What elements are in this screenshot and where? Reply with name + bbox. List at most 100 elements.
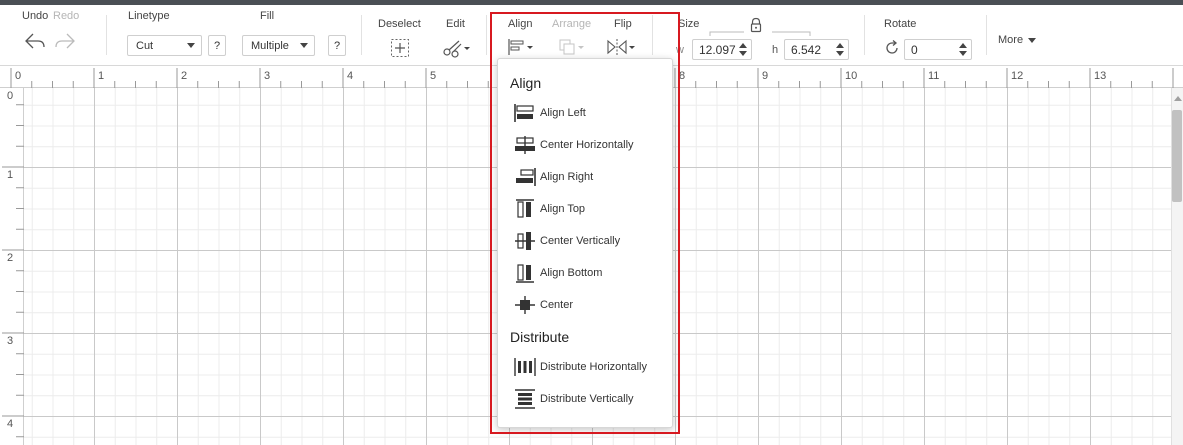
toolbar-divider [361, 15, 362, 55]
distribute-horizontally-icon [514, 356, 538, 378]
ruler-ticks [2, 104, 24, 438]
toolbar-divider [106, 15, 107, 55]
linetype-label: Linetype [128, 10, 170, 22]
redo-label: Redo [53, 10, 80, 22]
rotate-button[interactable] [882, 38, 902, 58]
linetype-help-button[interactable]: ? [208, 35, 226, 56]
edit-label: Edit [446, 18, 465, 30]
width-prefix: w [676, 44, 684, 56]
height-input[interactable]: 6.542 [784, 39, 849, 60]
align-dropdown-menu: Align Align Left Center Horizontally Ali… [497, 58, 673, 428]
menu-item-align-bottom[interactable]: Align Bottom [514, 261, 602, 285]
toolbar-divider [986, 15, 987, 55]
scissors-icon [443, 40, 470, 58]
ruler-label: 13 [1094, 70, 1107, 82]
menu-item-center[interactable]: Center [514, 293, 573, 317]
menu-item-label: Center Vertically [540, 235, 621, 247]
flip-label: Flip [614, 18, 632, 30]
deselect-button[interactable] [388, 36, 412, 60]
flip-button[interactable] [604, 36, 638, 58]
fill-label: Fill [260, 10, 275, 22]
menu-item-center-horizontally[interactable]: Center Horizontally [514, 133, 634, 157]
menu-item-label: Align Bottom [540, 267, 603, 279]
scroll-up-icon[interactable] [1174, 96, 1182, 101]
align-left-icon [514, 102, 538, 124]
linetype-value: Cut [136, 39, 154, 52]
ruler-label: 1 [7, 169, 14, 181]
align-top-icon [514, 198, 538, 220]
edit-button[interactable] [440, 36, 472, 60]
stepper-icon [959, 43, 967, 56]
ruler-label: 1 [98, 70, 105, 82]
redo-icon [55, 33, 75, 49]
menu-item-distribute-horizontally[interactable]: Distribute Horizontally [514, 355, 647, 379]
center-vertically-icon [514, 230, 538, 252]
toolbar-divider [864, 15, 865, 55]
stepper-icon [836, 43, 844, 56]
undo-icon [25, 33, 45, 49]
fill-help-button[interactable]: ? [328, 35, 346, 56]
scrollbar-thumb[interactable] [1172, 110, 1182, 202]
ruler-label: 5 [430, 70, 437, 82]
rotate-input[interactable]: 0 [904, 39, 972, 60]
ruler-label: 8 [679, 70, 686, 82]
ruler-label: 11 [928, 70, 940, 82]
toolbar-divider [486, 15, 487, 55]
menu-item-align-right[interactable]: Align Right [514, 165, 593, 189]
undo-button[interactable] [22, 29, 48, 53]
center-horizontally-icon [514, 134, 538, 156]
vertical-ruler: 0 1 2 3 4 [0, 88, 24, 445]
ruler-label: 12 [1011, 70, 1024, 82]
align-label: Align [508, 18, 533, 30]
height-prefix: h [772, 44, 779, 56]
menu-item-distribute-vertically[interactable]: Distribute Vertically [514, 387, 634, 411]
more-button[interactable]: More [998, 31, 1044, 49]
fill-select[interactable]: Multiple [242, 35, 315, 56]
menu-item-label: Align Top [540, 203, 586, 215]
stepper-icon [739, 43, 747, 56]
rotate-icon [886, 40, 898, 54]
menu-item-label: Distribute Vertically [540, 393, 634, 405]
edit-toolbar: Undo Redo Linetype Cut ? Fill Multiple ?… [0, 5, 1183, 66]
align-button[interactable] [506, 36, 538, 58]
rotate-label: Rotate [884, 18, 917, 30]
ruler-label: 9 [762, 70, 769, 82]
menu-item-center-vertically[interactable]: Center Vertically [514, 229, 620, 253]
ruler-label: 2 [7, 252, 14, 264]
menu-item-label: Distribute Horizontally [540, 361, 647, 373]
align-right-icon [514, 166, 538, 188]
ruler-label: 4 [7, 418, 14, 430]
menu-item-align-top[interactable]: Align Top [514, 197, 585, 221]
ruler-label: 3 [264, 70, 271, 82]
arrange-label: Arrange [552, 18, 592, 30]
menu-item-label: Align Right [540, 171, 594, 183]
ruler-label: 0 [15, 70, 22, 82]
menu-item-label: Align Left [540, 107, 586, 119]
align-section-heading: Align [510, 75, 542, 91]
deselect-label: Deselect [378, 18, 421, 30]
fill-value: Multiple [251, 39, 289, 52]
width-value: 12.097 [699, 42, 736, 57]
chevron-down-icon [300, 43, 308, 48]
menu-item-label: Center [540, 299, 574, 311]
ruler-label: 10 [845, 70, 858, 82]
more-label: More [998, 34, 1024, 46]
undo-label: Undo [22, 10, 49, 22]
distribute-vertically-icon [514, 388, 538, 410]
width-input[interactable]: 12.097 [692, 39, 752, 60]
chevron-down-icon [1028, 37, 1037, 43]
flip-icon [607, 39, 635, 55]
redo-button[interactable] [52, 29, 78, 53]
arrange-icon [559, 39, 584, 55]
align-icon [508, 39, 533, 55]
toolbar-divider [652, 15, 653, 55]
chevron-down-icon [187, 43, 195, 48]
menu-item-label: Center Horizontally [540, 139, 634, 151]
ruler-label: 4 [347, 70, 354, 82]
menu-item-align-left[interactable]: Align Left [514, 101, 586, 125]
arrange-button[interactable] [556, 36, 588, 58]
rotate-value: 0 [911, 42, 918, 57]
ruler-label: 0 [7, 90, 14, 102]
linetype-select[interactable]: Cut [127, 35, 202, 56]
lock-bracket [709, 31, 811, 36]
